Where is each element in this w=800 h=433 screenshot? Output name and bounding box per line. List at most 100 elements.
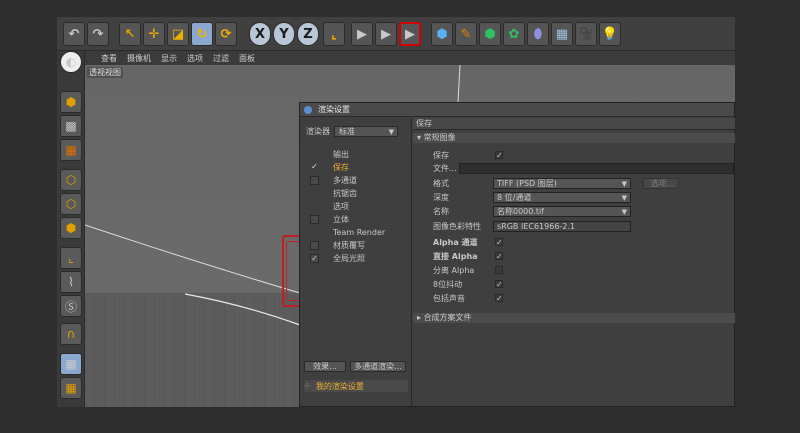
select-tool-icon[interactable]: ↖: [119, 22, 141, 46]
grid-snap-icon[interactable]: ▦: [60, 377, 82, 399]
effects-button[interactable]: 效果...: [304, 361, 346, 372]
cube-object-icon[interactable]: ⬢: [431, 22, 453, 46]
rotate-tool-icon[interactable]: ↻: [191, 22, 213, 46]
menu-options[interactable]: 选项: [187, 53, 203, 64]
mode-icon[interactable]: ◐: [60, 51, 82, 73]
pen-spline-icon[interactable]: ✎: [455, 22, 477, 46]
model-mode-icon[interactable]: ⬢: [60, 91, 82, 113]
move-tool-icon[interactable]: ✛: [143, 22, 165, 46]
save-checkbox[interactable]: ✓: [495, 151, 503, 160]
camera-icon[interactable]: 🎥: [575, 22, 597, 46]
menu-camera[interactable]: 摄像机: [127, 53, 151, 64]
alpha-label: Alpha 通道: [433, 237, 478, 247]
edges-mode-icon[interactable]: ⬡: [60, 193, 82, 215]
preset-item[interactable]: ⁘ 我的渲染设置: [304, 380, 408, 392]
menu-view[interactable]: 查看: [101, 53, 117, 64]
depth-dropdown[interactable]: 8 位/通道 ▼: [493, 191, 631, 203]
section-general-image[interactable]: ▾ 常规图像: [413, 133, 735, 143]
sidebar-item-save[interactable]: ✓ 保存: [310, 161, 410, 174]
name-row: 名称 名称0000.tif ▼: [433, 205, 631, 217]
sidebar-item-material-override[interactable]: 材质覆写: [310, 239, 410, 252]
renderer-dropdown[interactable]: 标准 ▼: [334, 126, 398, 137]
sidebar-item-antialiasing[interactable]: 抗锯齿: [310, 187, 410, 200]
main-toolbar: ↶ ↷ ↖ ✛ ◪ ↻ ⟳ X Y Z ⌞ ▶ ▶ ▶ ⬢ ✎ ⬢ ✿ ⬮ ▦ …: [57, 17, 735, 51]
points-mode-icon[interactable]: ⬡: [60, 169, 82, 191]
format-value: TIFF (PSD 图层): [497, 178, 557, 188]
name-label: 名称: [433, 206, 449, 216]
magnet-icon[interactable]: ∩: [60, 323, 82, 345]
section-label: 合成方案文件: [423, 313, 472, 322]
item-checkbox: [310, 150, 319, 159]
save-label: 保存: [433, 150, 449, 160]
separate-alpha-checkbox[interactable]: [495, 266, 503, 274]
file-row: 文件...: [433, 162, 734, 174]
x-axis-icon[interactable]: X: [249, 22, 271, 46]
straight-alpha-checkbox[interactable]: ✓: [495, 252, 503, 261]
render-settings-dialog: 渲染设置 渲染器 标准 ▼ 输出 ✓ 保存 多通道 抗锯齿 选项 立体 Team …: [299, 102, 735, 407]
light-icon[interactable]: 💡: [599, 22, 621, 46]
edit-render-settings-icon[interactable]: ▶: [399, 22, 421, 46]
workplane-icon[interactable]: ▦: [60, 139, 82, 161]
sidebar-item-multipass[interactable]: 多通道: [310, 174, 410, 187]
menu-panel[interactable]: 面板: [239, 53, 255, 64]
sidebar-item-label: 抗锯齿: [333, 189, 357, 198]
dither-checkbox[interactable]: ✓: [495, 280, 503, 289]
side-toolbar: ◐ ⬢ ▩ ▦ ⬡ ⬡ ⬢ ⌞ ⌇ Ⓢ ∩ ▦ ▦: [57, 51, 85, 407]
subdivision-icon[interactable]: ⬢: [479, 22, 501, 46]
redo-icon[interactable]: ↷: [87, 22, 109, 46]
menu-display[interactable]: 显示: [161, 53, 177, 64]
alpha-checkbox[interactable]: ✓: [495, 238, 503, 247]
sidebar-item-label: Team Render: [333, 228, 386, 237]
renderer-label: 渲染器: [306, 127, 330, 136]
item-checkmark[interactable]: ✓: [310, 163, 319, 172]
render-view-icon[interactable]: ▶: [351, 22, 373, 46]
sidebar-item-options[interactable]: 选项: [310, 200, 410, 213]
include-sound-checkbox[interactable]: ✓: [495, 294, 503, 303]
color-profile-row: 图像色彩特性 sRGB IEC61966-2.1: [433, 220, 631, 232]
scale-tool-icon[interactable]: ◪: [167, 22, 189, 46]
dialog-title-bar[interactable]: 渲染设置: [300, 103, 734, 117]
file-path-field[interactable]: [459, 162, 734, 174]
z-axis-icon[interactable]: Z: [297, 22, 319, 46]
sidebar-item-output[interactable]: 输出: [310, 148, 410, 161]
item-checkbox[interactable]: [310, 176, 319, 185]
undo-icon[interactable]: ↶: [63, 22, 85, 46]
cloner-icon[interactable]: ✿: [503, 22, 525, 46]
format-dropdown[interactable]: TIFF (PSD 图层) ▼: [493, 177, 631, 189]
tweak-mode-icon[interactable]: ⌇: [60, 271, 82, 293]
sidebar-item-label: 多通道: [333, 176, 357, 185]
item-checkbox: [310, 202, 319, 211]
panel-header: 保存: [413, 118, 735, 130]
item-checkmark[interactable]: ✓: [310, 254, 319, 263]
axis-mode-icon[interactable]: ⌞: [60, 247, 82, 269]
item-checkbox[interactable]: [310, 241, 319, 250]
sidebar-item-global-illumination[interactable]: ✓ 全局光照: [310, 252, 410, 265]
sidebar-item-team-render[interactable]: Team Render: [310, 226, 410, 239]
render-to-picture-viewer-icon[interactable]: ▶: [375, 22, 397, 46]
include-sound-label: 包括声音: [433, 293, 465, 303]
chevron-down-icon: ▼: [388, 128, 394, 136]
locked-workplane-icon[interactable]: ▦: [60, 353, 82, 375]
y-axis-icon[interactable]: Y: [273, 22, 295, 46]
name-dropdown[interactable]: 名称0000.tif ▼: [493, 205, 631, 217]
multipass-render-button[interactable]: 多通道渲染...: [350, 361, 406, 372]
depth-label: 深度: [433, 192, 449, 202]
sidebar-item-label: 保存: [333, 163, 349, 172]
item-checkbox[interactable]: [310, 215, 319, 224]
texture-mode-icon[interactable]: ▩: [60, 115, 82, 137]
straight-alpha-row: 直接 Alpha ✓: [433, 250, 503, 262]
floor-icon[interactable]: ▦: [551, 22, 573, 46]
coordinate-system-icon[interactable]: ⌞: [323, 22, 345, 46]
file-button[interactable]: 文件...: [433, 163, 459, 174]
viewport-menu: 查看 摄像机 显示 选项 过滤 面板: [85, 51, 735, 65]
color-profile-field[interactable]: sRGB IEC61966-2.1: [493, 220, 631, 232]
sidebar-item-stereo[interactable]: 立体: [310, 213, 410, 226]
menu-filter[interactable]: 过滤: [213, 53, 229, 64]
options-button[interactable]: 选项...: [643, 177, 679, 189]
snap-icon[interactable]: Ⓢ: [60, 295, 82, 317]
recent-tool-icon[interactable]: ⟳: [215, 22, 237, 46]
section-compositing[interactable]: ▸ 合成方案文件: [413, 313, 735, 323]
polygons-mode-icon[interactable]: ⬢: [60, 217, 82, 239]
deformer-icon[interactable]: ⬮: [527, 22, 549, 46]
section-label: 常规图像: [423, 133, 456, 142]
